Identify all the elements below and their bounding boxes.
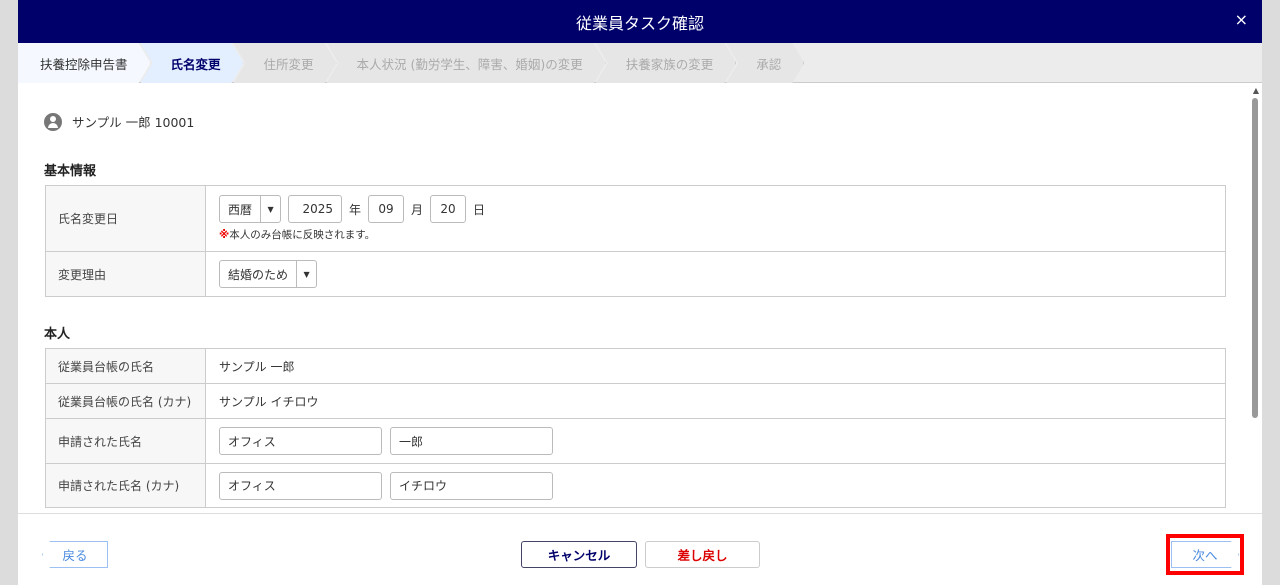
step-address-change: 住所変更	[234, 43, 337, 83]
table-row: 従業員台帳の氏名 (カナ) サンプル イチロウ	[45, 383, 1226, 419]
month-input[interactable]: 09	[368, 195, 405, 223]
step-bar: 扶養控除申告書 氏名変更 住所変更 本人状況 (勤労学生、障害、婚姻)の変更 扶…	[18, 43, 1262, 83]
day-unit: 日	[473, 202, 486, 217]
table-row: 変更理由 結婚のため ▼	[45, 251, 1226, 297]
table-row: 申請された氏名 オフィス 一郎	[45, 418, 1226, 464]
step-dependents-change: 扶養家族の変更	[596, 43, 737, 83]
table-row: 従業員台帳の氏名 サンプル 一郎	[45, 348, 1226, 384]
user-icon	[44, 112, 62, 131]
reason-value: 結婚のため	[228, 267, 289, 282]
table-row: 申請された氏名 (カナ) オフィス イチロウ	[45, 463, 1226, 508]
close-icon[interactable]: ×	[1235, 10, 1248, 29]
table-row: 氏名変更日 西暦 ▼ 2025 年 09 月 20 日 ※本人のみ台帳に反映されま…	[45, 185, 1226, 252]
day-input[interactable]: 20	[430, 195, 467, 223]
requested-first-name-input[interactable]: 一郎	[390, 427, 553, 455]
scrollbar[interactable]	[1252, 98, 1258, 418]
next-button[interactable]: 次へ	[1171, 541, 1239, 568]
employee-info: サンプル 一郎 10001	[44, 112, 194, 131]
requested-first-kana-input[interactable]: イチロウ	[390, 471, 553, 500]
month-unit: 月	[411, 202, 424, 217]
send-back-button[interactable]: 差し戻し	[645, 541, 760, 568]
requested-name-label: 申請された氏名	[45, 418, 206, 464]
year-input[interactable]: 2025	[288, 195, 343, 223]
dialog-title: 従業員タスク確認	[575, 13, 704, 33]
note-mark: ※	[219, 229, 230, 241]
ledger-name-label: 従業員台帳の氏名	[45, 348, 206, 384]
era-value: 西暦	[228, 202, 253, 217]
ledger-kana-label: 従業員台帳の氏名 (カナ)	[45, 383, 206, 419]
requested-last-name-input[interactable]: オフィス	[219, 427, 382, 455]
requested-kana-label: 申請された氏名 (カナ)	[45, 463, 206, 508]
ledger-kana-value: サンプル イチロウ	[205, 383, 1226, 419]
basic-info-heading: 基本情報	[44, 164, 97, 179]
content-area: ▲ サンプル 一郎 10001 基本情報 氏名変更日 西暦 ▼ 2025 年 09…	[18, 84, 1262, 513]
scroll-up-icon[interactable]: ▲	[1253, 86, 1259, 95]
person-heading: 本人	[44, 327, 71, 342]
employee-name: サンプル 一郎 10001	[72, 115, 195, 130]
step-approval: 承認	[726, 43, 804, 83]
reason-select[interactable]: 結婚のため ▼	[219, 260, 318, 288]
step-status-change: 本人状況 (勤労学生、障害、婚姻)の変更	[327, 43, 606, 83]
reason-label: 変更理由	[45, 251, 206, 297]
footer: 戻る キャンセル 差し戻し 次へ	[18, 513, 1262, 585]
chevron-down-icon: ▼	[260, 196, 280, 222]
basic-info-table: 氏名変更日 西暦 ▼ 2025 年 09 月 20 日 ※本人のみ台帳に反映されま…	[45, 185, 1226, 297]
year-unit: 年	[349, 202, 362, 217]
cancel-button[interactable]: キャンセル	[521, 541, 637, 568]
step-dependent-deduction[interactable]: 扶養控除申告書	[18, 43, 151, 83]
change-date-label: 氏名変更日	[45, 185, 206, 252]
ledger-note: ※本人のみ台帳に反映されます。	[219, 227, 1225, 242]
chevron-down-icon: ▼	[296, 261, 316, 287]
ledger-name-value: サンプル 一郎	[205, 348, 1226, 384]
dialog-header: 従業員タスク確認 ×	[18, 0, 1262, 43]
person-table: 従業員台帳の氏名 サンプル 一郎 従業員台帳の氏名 (カナ) サンプル イチロウ…	[45, 348, 1226, 508]
era-select[interactable]: 西暦 ▼	[219, 195, 282, 223]
requested-last-kana-input[interactable]: オフィス	[219, 471, 382, 500]
note-text: 本人のみ台帳に反映されます。	[229, 229, 376, 241]
back-button[interactable]: 戻る	[42, 541, 108, 568]
task-dialog: 従業員タスク確認 × 扶養控除申告書 氏名変更 住所変更 本人状況 (勤労学生、…	[18, 0, 1262, 585]
step-name-change[interactable]: 氏名変更	[141, 43, 244, 83]
